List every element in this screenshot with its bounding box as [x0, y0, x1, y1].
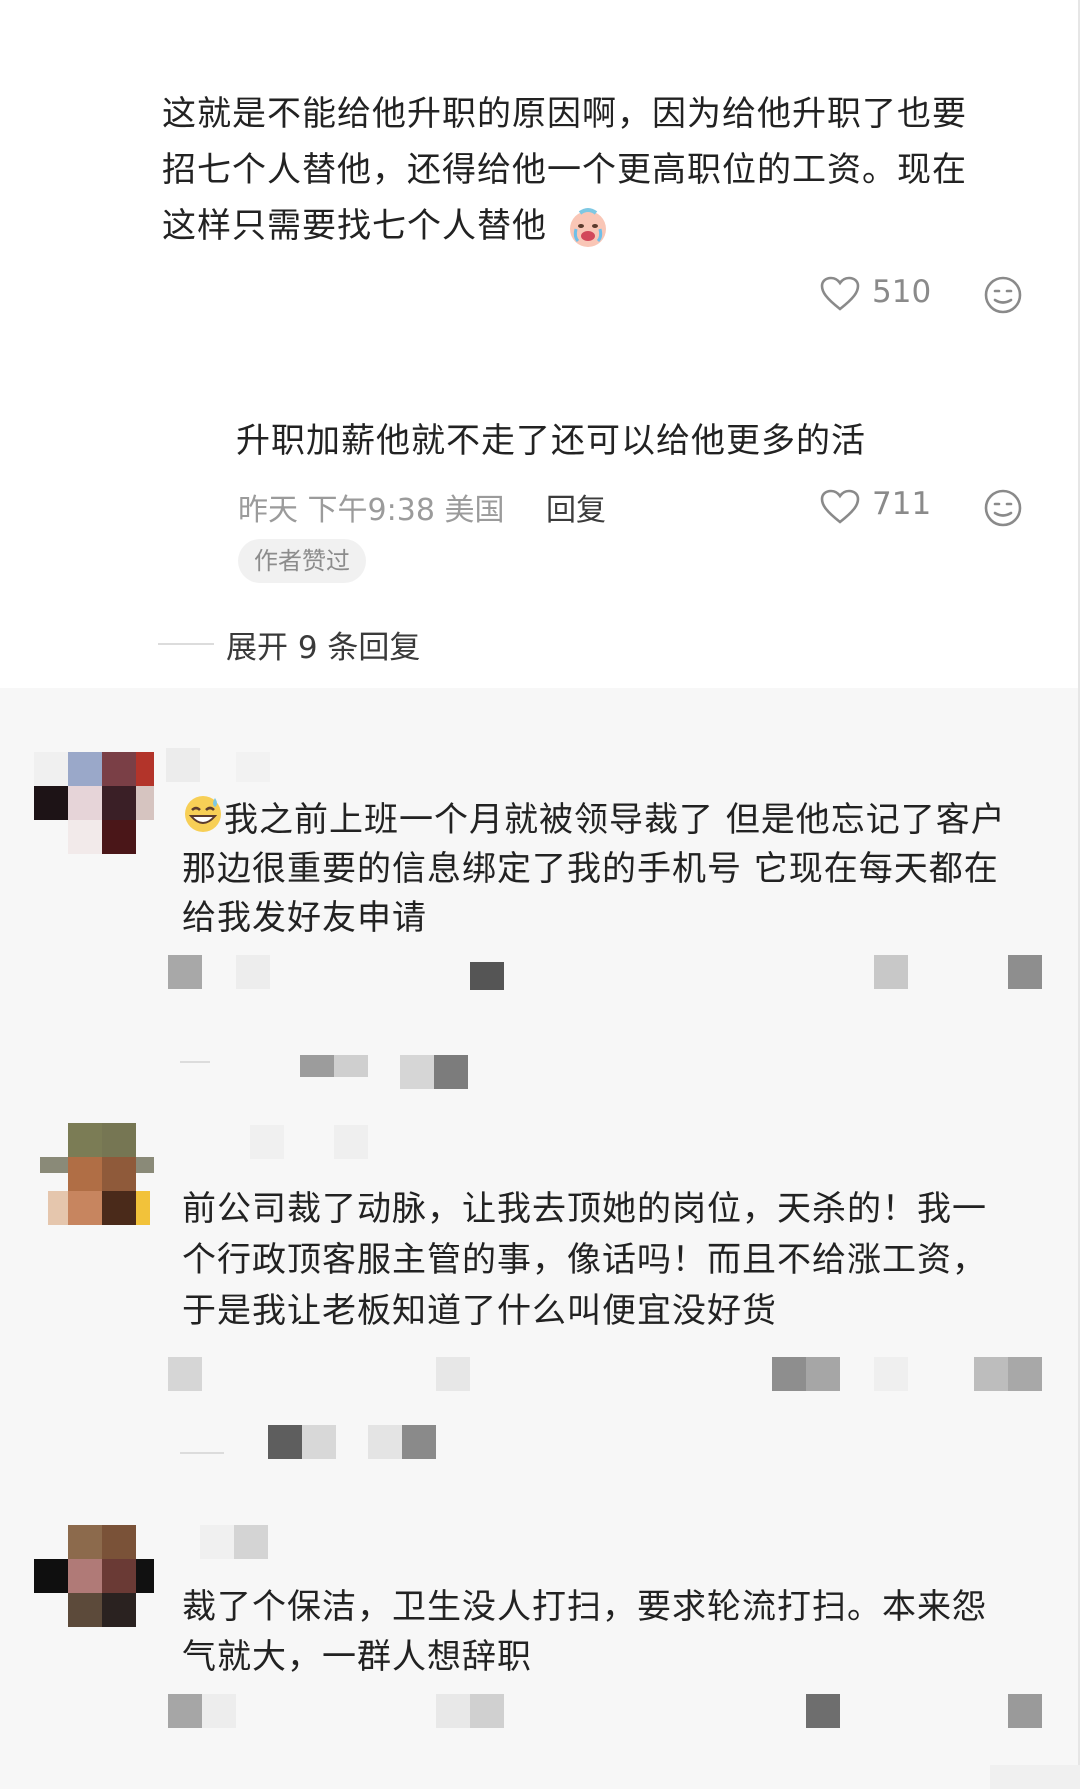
reaction-face-icon[interactable] — [983, 488, 1023, 528]
comment-4-line-3: 于是我让老板知道了什么叫便宜没好货 — [182, 1291, 777, 1331]
like-count: 510 — [872, 274, 932, 310]
reply-button[interactable]: 回复 — [546, 485, 606, 529]
expand-divider — [180, 1061, 210, 1063]
comment-4-line-2: 个行政顶客服主管的事，像话吗！而且不给涨工资， — [182, 1240, 987, 1280]
comment-2-meta: 昨天 下午9:38 美国 — [238, 493, 505, 528]
avatar-pixelated[interactable] — [34, 1525, 154, 1635]
comment-3-line-1: 我之前上班一个月就被领导裁了 但是他忘记了客户 — [224, 800, 1006, 840]
username-pixelated — [166, 748, 200, 782]
comment-3-line-3: 给我发好友申请 — [182, 898, 427, 938]
like-count: 711 — [872, 486, 932, 522]
like-pixelated — [772, 1357, 806, 1391]
comment-1-line-2: 招七个人替他，还得给他一个更高职位的工资。现在 — [162, 150, 967, 190]
reaction-pixelated — [974, 1357, 1008, 1391]
expand-pixelated — [268, 1425, 302, 1459]
username-pixelated — [250, 1125, 284, 1159]
comment-2-text: 升职加薪他就不走了还可以给他更多的活 — [236, 421, 866, 461]
expand-pixelated — [402, 1425, 436, 1459]
reaction-pixelated — [1008, 955, 1042, 989]
meta-pixelated — [470, 962, 504, 990]
like-pixelated — [874, 1357, 908, 1391]
crying-face-emoji-icon — [570, 208, 606, 247]
expand-replies-button[interactable]: 展开 9 条回复 — [226, 622, 420, 667]
watermark-pixelated — [990, 1765, 1080, 1789]
expand-divider — [158, 643, 214, 645]
reaction-pixelated — [1008, 1357, 1042, 1391]
username-pixelated — [236, 752, 270, 782]
author-liked-badge: 作者赞过 — [238, 539, 366, 583]
username-pixelated — [200, 1525, 234, 1559]
reaction-face-icon[interactable] — [983, 275, 1023, 315]
meta-pixelated — [168, 1694, 202, 1728]
expand-pixelated — [368, 1425, 402, 1459]
like-heart-icon[interactable] — [820, 489, 860, 525]
meta-pixelated — [436, 1357, 470, 1391]
avatar-pixelated[interactable] — [34, 752, 154, 862]
comment-5-line-2: 气就大，一群人想辞职 — [182, 1637, 532, 1677]
like-pixelated — [806, 1357, 840, 1391]
expand-pixelated — [302, 1425, 336, 1459]
comment-5-line-1: 裁了个保洁，卫生没人打扫，要求轮流打扫。本来怨 — [182, 1587, 987, 1627]
comment-4-line-1: 前公司裁了动脉，让我去顶她的岗位，天杀的！我一 — [182, 1189, 987, 1229]
expand-pixelated — [334, 1055, 368, 1077]
meta-pixelated — [470, 1694, 504, 1728]
expand-pixelated — [300, 1055, 334, 1077]
avatar-pixelated[interactable] — [40, 1123, 160, 1233]
username-pixelated — [234, 1525, 268, 1559]
like-pixelated — [806, 1694, 840, 1728]
like-pixelated — [874, 955, 908, 989]
expand-pixelated — [400, 1055, 434, 1089]
comment-1-line-3: 这样只需要找七个人替他 — [162, 206, 547, 246]
meta-pixelated — [236, 955, 270, 989]
expand-pixelated — [434, 1055, 468, 1089]
username-pixelated — [334, 1125, 368, 1159]
meta-pixelated — [436, 1694, 470, 1728]
comment-1-line-1: 这就是不能给他升职的原因啊，因为给他升职了也要 — [162, 94, 967, 134]
meta-pixelated — [168, 1357, 202, 1391]
grinning-sweat-emoji-icon — [185, 796, 221, 832]
meta-pixelated — [168, 955, 202, 989]
meta-pixelated — [202, 1694, 236, 1728]
like-heart-icon[interactable] — [820, 276, 860, 312]
expand-divider — [180, 1452, 224, 1454]
reaction-pixelated — [1008, 1694, 1042, 1728]
comment-3-line-2: 那边很重要的信息绑定了我的手机号 它现在每天都在 — [182, 849, 999, 889]
